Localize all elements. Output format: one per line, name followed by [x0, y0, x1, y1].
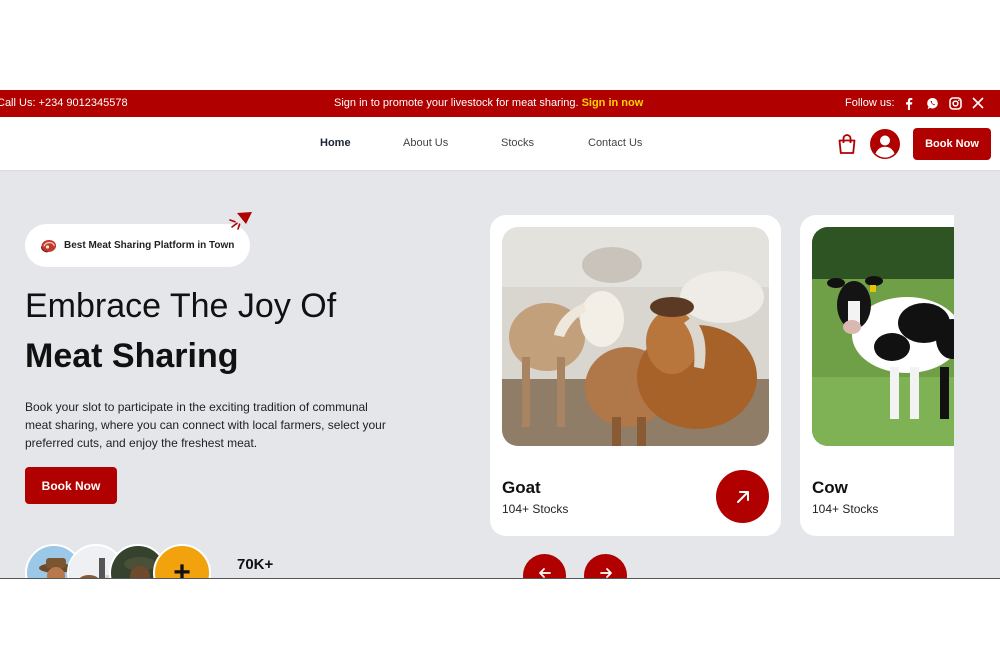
add-more-circle[interactable]: +	[153, 544, 211, 579]
card-stocks-cow: 104+ Stocks	[812, 502, 879, 516]
platform-badge: Best Meat Sharing Platform in Town	[25, 224, 250, 267]
x-icon[interactable]	[971, 96, 985, 110]
goat-photo	[502, 227, 769, 446]
facebook-icon[interactable]	[902, 96, 916, 110]
hero-title-line2: Meat Sharing	[25, 337, 239, 375]
call-us-text: Call Us: +234 9012345578	[0, 97, 128, 109]
whatsapp-icon[interactable]	[925, 96, 939, 110]
frame-bottom-border	[0, 578, 1000, 579]
sign-in-link[interactable]: Sign in now	[582, 97, 644, 109]
carousel-prev-button[interactable]	[523, 554, 566, 579]
meat-icon	[39, 238, 59, 254]
carousel-next-button[interactable]	[584, 554, 627, 579]
product-card-goat[interactable]: Goat 104+ Stocks	[490, 215, 781, 536]
card-title-goat: Goat	[502, 478, 541, 497]
main-navbar: Home About Us Stocks Contact Us Book Now	[0, 117, 1000, 171]
nav-about-us[interactable]: About Us	[403, 137, 448, 149]
shopping-bag-icon[interactable]	[836, 133, 858, 155]
nav-stocks[interactable]: Stocks	[501, 137, 534, 149]
stat-count: 70K+	[237, 556, 274, 573]
product-card-cow[interactable]: Cow 104+ Stocks	[800, 215, 954, 536]
nav-contact-us[interactable]: Contact Us	[588, 137, 642, 149]
arrow-up-right-icon	[735, 489, 751, 505]
sparkle-icon	[227, 208, 255, 232]
user-account-icon[interactable]	[870, 129, 900, 159]
cow-photo	[812, 227, 954, 446]
follow-us-label: Follow us:	[845, 97, 895, 109]
card-open-button-goat[interactable]	[716, 470, 769, 523]
hero-description: Book your slot to participate in the exc…	[25, 400, 386, 450]
instagram-icon[interactable]	[948, 96, 962, 110]
hero-title-line1: Embrace The Joy Of	[25, 287, 337, 325]
app-frame: Call Us: +234 9012345578 Sign in to prom…	[0, 90, 1000, 579]
book-now-nav-button[interactable]: Book Now	[913, 128, 991, 160]
nav-home[interactable]: Home	[320, 137, 351, 149]
promo-message: Sign in to promote your livestock for me…	[334, 97, 579, 109]
promo-text: Sign in to promote your livestock for me…	[334, 97, 643, 109]
badge-text: Best Meat Sharing Platform in Town	[64, 240, 235, 251]
card-title-cow: Cow	[812, 478, 848, 497]
book-now-hero-button[interactable]: Book Now	[25, 467, 117, 504]
card-stocks-goat: 104+ Stocks	[502, 502, 569, 516]
announcement-bar: Call Us: +234 9012345578 Sign in to prom…	[0, 90, 1000, 117]
